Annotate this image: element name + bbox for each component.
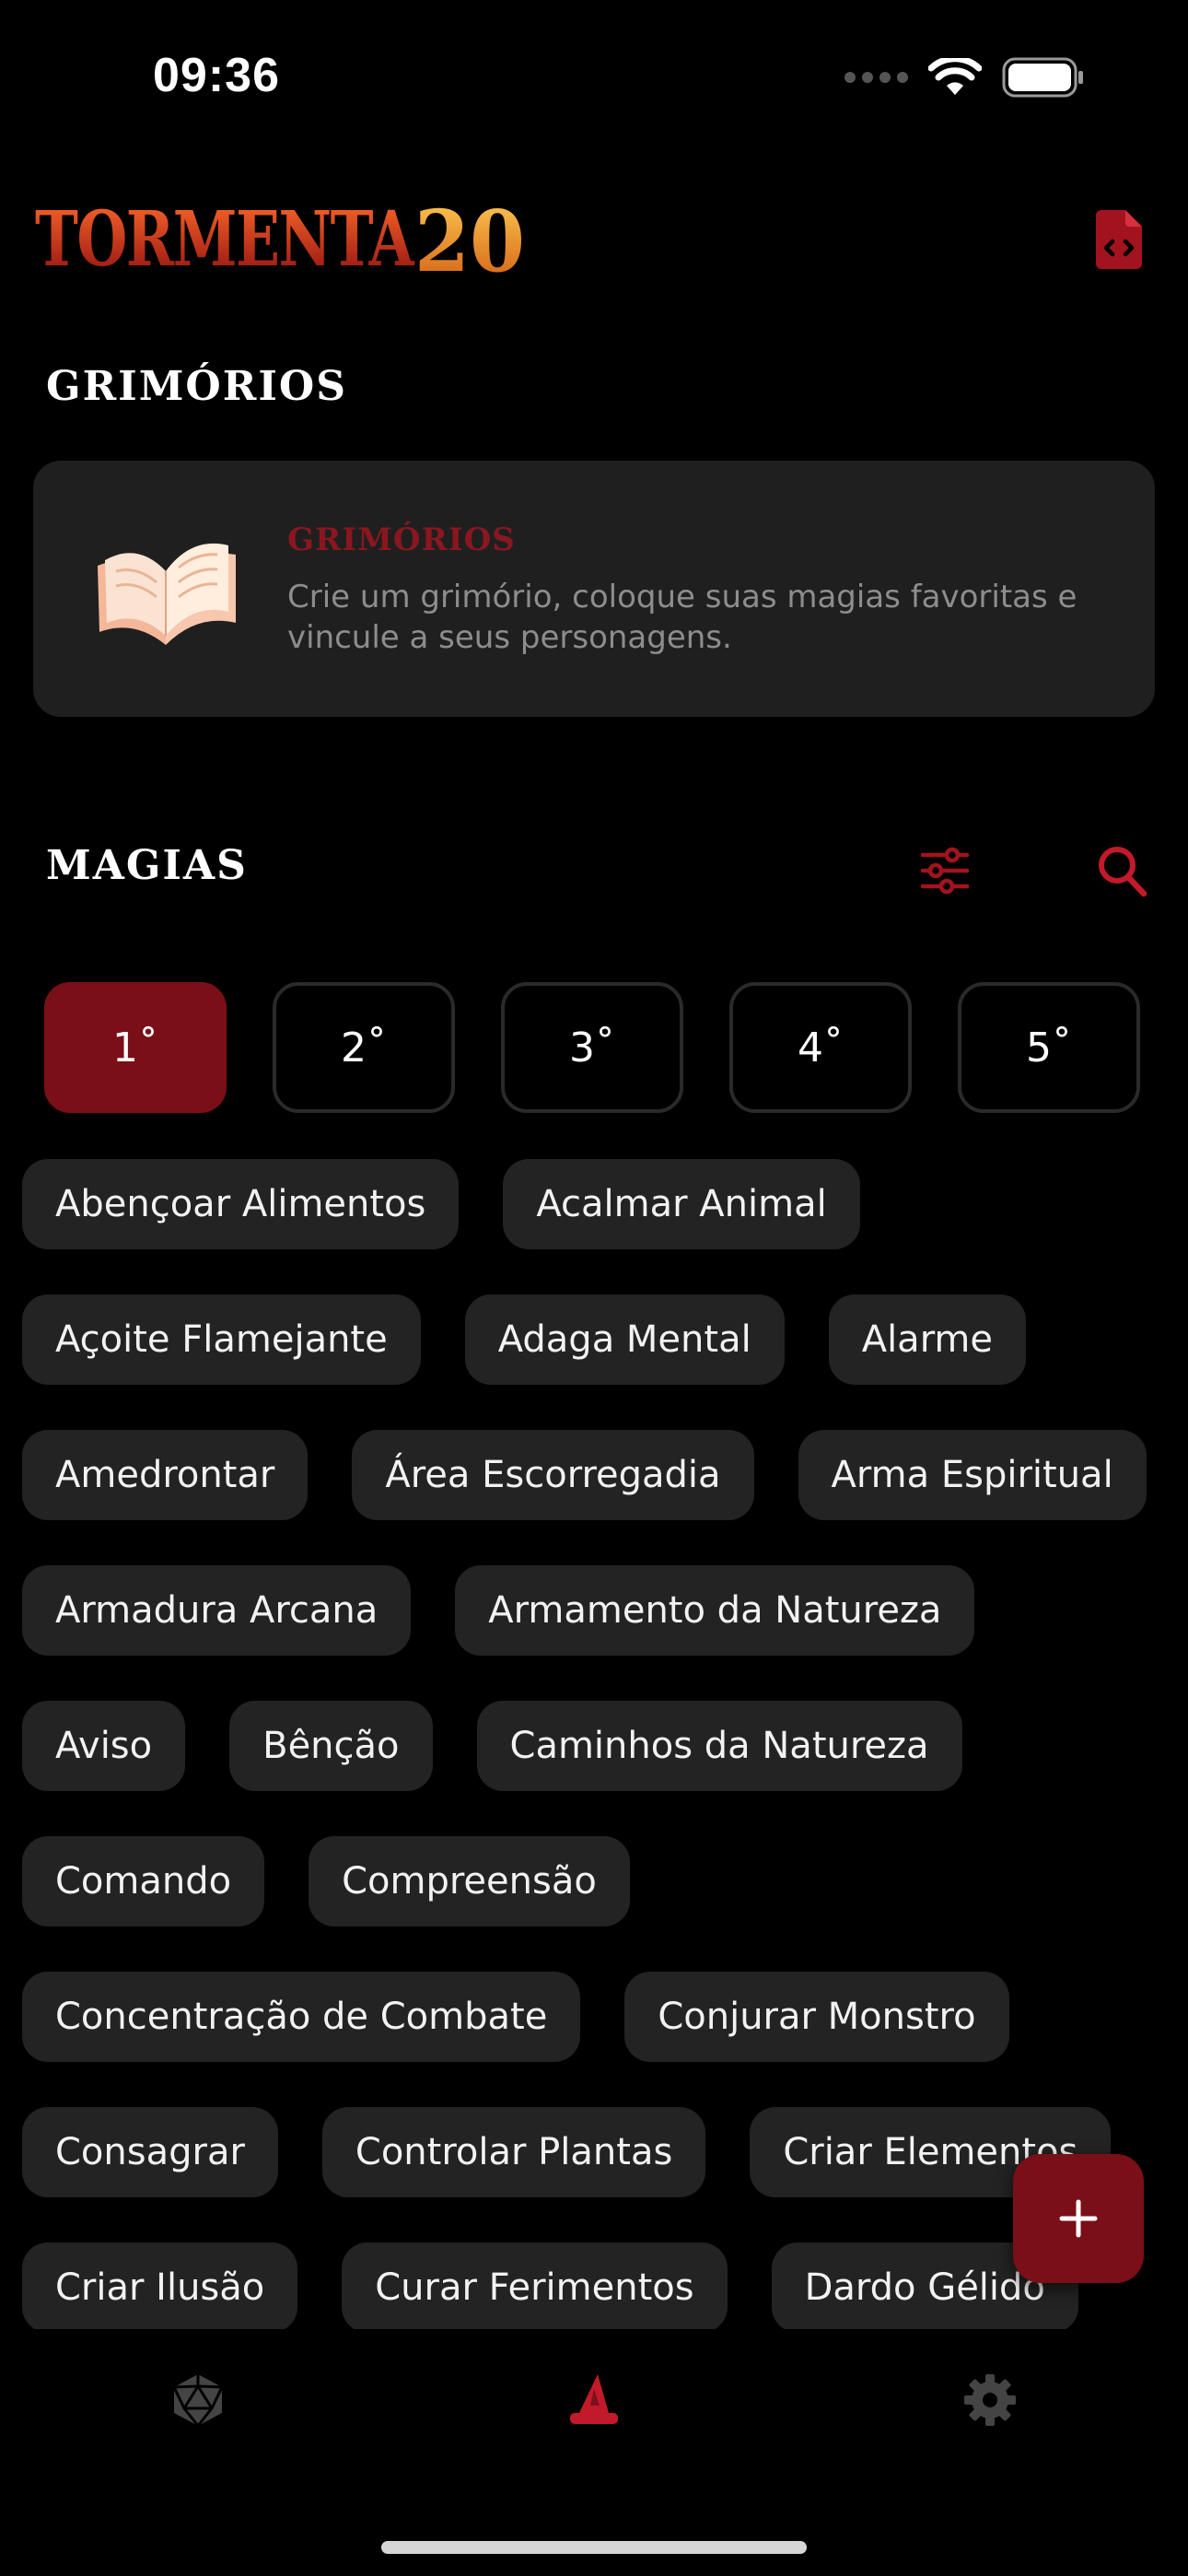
spell-chip[interactable]: Açoite Flamejante: [22, 1294, 421, 1385]
spell-chip[interactable]: Aviso: [22, 1701, 186, 1791]
spell-chip[interactable]: Abençoar Alimentos: [22, 1159, 460, 1249]
wizard-hat-icon: [570, 2374, 618, 2424]
spell-chip[interactable]: Concentração de Combate: [22, 1972, 581, 2062]
open-book-icon: [98, 543, 236, 645]
wifi-icon: [928, 58, 982, 95]
nav-settings[interactable]: [958, 2368, 1022, 2432]
spell-row: Amedrontar Área Escorregadia Arma Espiri…: [22, 1430, 1173, 1520]
level-5-button[interactable]: 5˚: [958, 982, 1140, 1113]
spell-chip[interactable]: Área Escorregadia: [352, 1430, 754, 1520]
export-file-icon[interactable]: [1096, 210, 1142, 269]
spell-chip[interactable]: Controlar Plantas: [321, 2107, 706, 2197]
add-fab-button[interactable]: [1013, 2154, 1144, 2283]
filter-sliders-icon[interactable]: [919, 846, 971, 896]
spell-chip[interactable]: Alarme: [828, 1294, 1027, 1385]
level-3-button[interactable]: 3˚: [501, 982, 683, 1113]
spell-row: Açoite Flamejante Adaga Mental Alarme: [22, 1294, 1173, 1385]
spell-chip[interactable]: Comando: [22, 1836, 265, 1926]
spell-chip[interactable]: Bênção: [229, 1701, 433, 1791]
grimorio-card-description: Crie um grimório, coloque suas magias fa…: [287, 579, 1077, 656]
spell-chip[interactable]: Adaga Mental: [464, 1294, 785, 1385]
spell-row: Aviso Bênção Caminhos da Natureza: [22, 1701, 1173, 1791]
spell-row: Criar Ilusão Curar Ferimentos Dardo Géli…: [22, 2242, 1173, 2329]
search-icon[interactable]: [1096, 844, 1147, 897]
bottom-navigation: [0, 2331, 1188, 2478]
spell-row: Armadura Arcana Armamento da Natureza: [22, 1565, 1173, 1656]
battery-icon: [1002, 57, 1083, 98]
status-icons: [844, 57, 1085, 98]
spell-chip[interactable]: Acalmar Animal: [503, 1159, 860, 1249]
spell-row: Consagrar Controlar Plantas Criar Elemen…: [22, 2107, 1173, 2197]
grimorios-section-title: GRIMÓRIOS: [46, 363, 348, 410]
nav-dice[interactable]: [166, 2368, 230, 2432]
spell-chip-list: Abençoar Alimentos Acalmar Animal Açoite…: [22, 1159, 1173, 2329]
status-time: 09:36: [153, 49, 280, 102]
cellular-signal-icon: [844, 72, 908, 83]
spell-chip[interactable]: Conjurar Monstro: [624, 1972, 1009, 2062]
level-1-button[interactable]: 1˚: [44, 982, 227, 1113]
spell-chip[interactable]: Curar Ferimentos: [342, 2242, 728, 2329]
svg-text:20: 20: [414, 193, 525, 286]
spell-row: Comando Compreensão: [22, 1836, 1173, 1926]
app-screen: 09:36 TORMENTA 20 GRIMÓRIOS GRIMÓRIOS Cr…: [0, 0, 1188, 2576]
level-2-button[interactable]: 2˚: [273, 982, 455, 1113]
nav-magias[interactable]: [562, 2368, 626, 2432]
spell-chip[interactable]: Consagrar: [22, 2107, 278, 2197]
spell-chip[interactable]: Armamento da Natureza: [455, 1565, 975, 1656]
gear-icon: [964, 2374, 1016, 2426]
spell-chip[interactable]: Caminhos da Natureza: [476, 1701, 962, 1791]
spell-row: Abençoar Alimentos Acalmar Animal: [22, 1159, 1173, 1249]
plus-icon: [1059, 2199, 1098, 2238]
spell-chip[interactable]: Criar Ilusão: [22, 2242, 298, 2329]
spell-chip[interactable]: Amedrontar: [22, 1430, 309, 1520]
home-indicator[interactable]: [381, 2541, 807, 2554]
status-bar: 09:36: [0, 0, 1188, 147]
spell-level-selector: 1˚ 2˚ 3˚ 4˚ 5˚: [44, 982, 1140, 1113]
d20-icon: [172, 2374, 224, 2427]
spell-row: Concentração de Combate Conjurar Monstro: [22, 1972, 1173, 2062]
grimorio-card-title: GRIMÓRIOS: [287, 521, 516, 558]
spell-chip[interactable]: Armadura Arcana: [22, 1565, 412, 1656]
spell-chip[interactable]: Arma Espiritual: [798, 1430, 1147, 1520]
level-4-button[interactable]: 4˚: [729, 982, 912, 1113]
grimorio-create-card[interactable]: GRIMÓRIOS Crie um grimório, coloque suas…: [33, 461, 1155, 717]
tormenta20-logo: TORMENTA 20: [35, 193, 525, 286]
magias-section-title: MAGIAS: [46, 842, 248, 889]
svg-text:TORMENTA: TORMENTA: [35, 195, 415, 284]
spell-chip[interactable]: Compreensão: [309, 1836, 630, 1926]
